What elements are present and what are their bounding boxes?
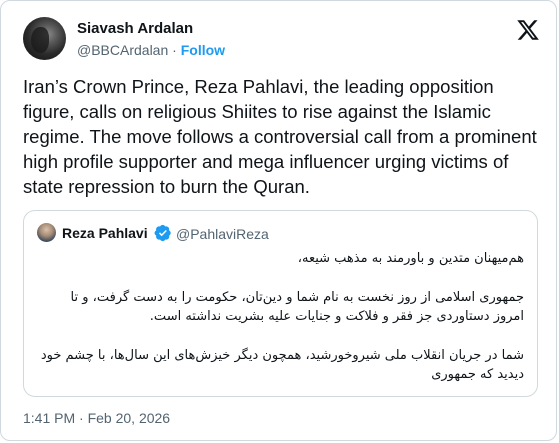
tweet-card: Siavash Ardalan @BBCArdalan · Follow Ira… (0, 0, 557, 441)
quoted-tweet[interactable]: Reza Pahlavi @PahlaviReza هم‌میهنان متدی… (23, 210, 538, 397)
tweet-timestamp[interactable]: 1:41 PM · Feb 20, 2026 (23, 410, 170, 426)
author-avatar[interactable] (23, 17, 66, 60)
quoted-paragraph: جمهوری اسلامی از روز نخست به نام شما و د… (70, 289, 524, 325)
quoted-author-avatar[interactable] (37, 223, 56, 242)
author-handle-line: @BBCArdalan · Follow (77, 42, 225, 58)
tweet-text: Iran’s Crown Prince, Reza Pahlavi, the l… (23, 76, 537, 197)
follow-button[interactable]: Follow (181, 42, 225, 58)
quoted-tweet-text: هم‌میهنان متدین و باورمند به مذهب شیعه، … (40, 249, 524, 396)
quoted-paragraph: شما در جریان انقلاب ملی شیروخورشید، همچو… (40, 347, 524, 383)
quoted-author-handle: @PahlaviReza (176, 226, 269, 242)
author-name[interactable]: Siavash Ardalan (77, 20, 193, 37)
handle-separator: · (172, 42, 177, 58)
x-logo-icon[interactable] (516, 18, 540, 42)
author-handle[interactable]: @BBCArdalan (77, 42, 168, 58)
verified-badge-icon (154, 224, 171, 242)
avatar-shading (31, 27, 49, 53)
quoted-author-name: Reza Pahlavi (62, 225, 148, 241)
quoted-paragraph: هم‌میهنان متدین و باورمند به مذهب شیعه، (297, 251, 524, 266)
